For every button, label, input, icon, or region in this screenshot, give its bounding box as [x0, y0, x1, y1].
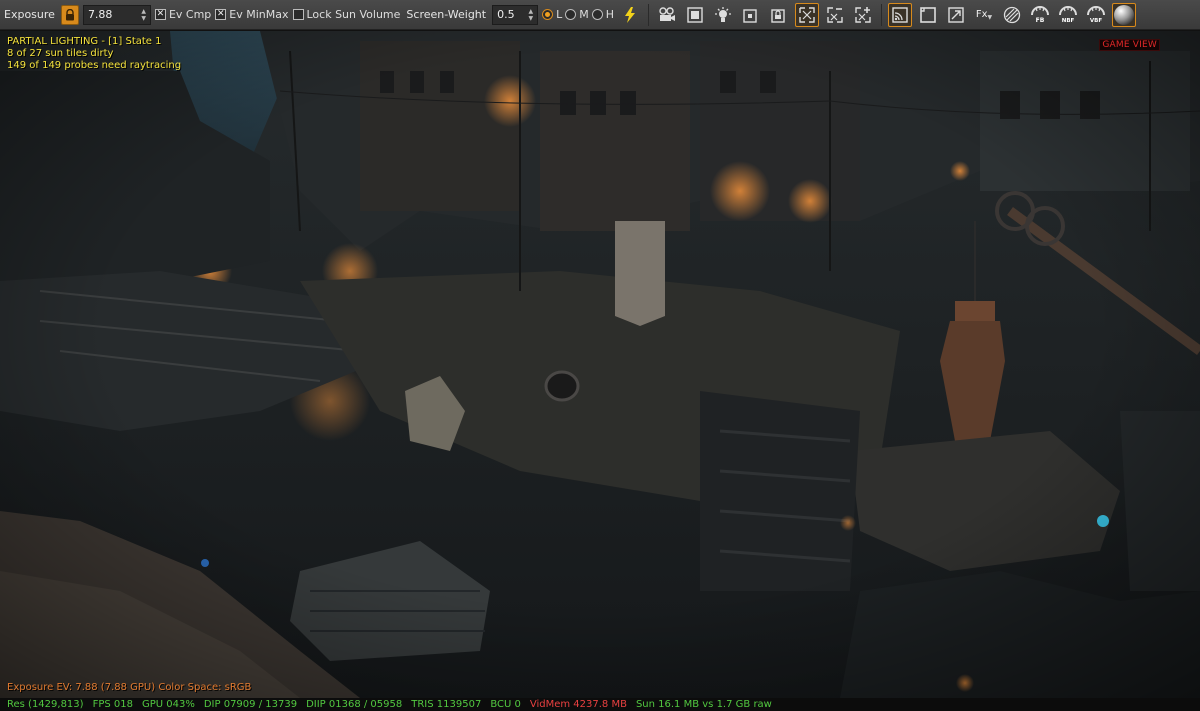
grid-minus-icon: [827, 6, 843, 23]
screen-weight-input[interactable]: 0.5 ▲ ▼: [492, 4, 539, 25]
ev-minmax-checkbox[interactable]: ✕ Ev MinMax: [215, 8, 289, 21]
svg-text:VBF: VBF: [1090, 18, 1102, 24]
cast-view-button[interactable]: [888, 2, 913, 27]
fps-stat: FPS 018: [92, 699, 133, 710]
lighting-status-overlay: PARTIAL LIGHTING - [1] State 1 8 of 27 s…: [7, 36, 181, 72]
cast-icon: [892, 6, 908, 23]
lightning-button[interactable]: [618, 3, 642, 27]
probes-status: 149 of 149 probes need raytracing: [7, 60, 182, 71]
bake-3d-button[interactable]: [683, 3, 707, 27]
scene-render: [0, 31, 1200, 698]
quality-low-radio[interactable]: [542, 9, 554, 20]
grid-3d-icon: [687, 6, 703, 23]
grid-select-button[interactable]: [795, 2, 820, 27]
svg-text:FB: FB: [1036, 17, 1045, 24]
nbf-button[interactable]: NBF: [1056, 3, 1080, 27]
exposure-lock-button[interactable]: [60, 4, 79, 25]
dip-stat: DIP 07909 / 13739: [203, 699, 298, 710]
grid-plus-button[interactable]: [851, 3, 875, 27]
lock-icon: [65, 8, 74, 20]
vidmem-stat: VidMem 4237.8 MB: [529, 699, 627, 710]
game-viewport[interactable]: PARTIAL LIGHTING - [1] State 1 8 of 27 s…: [0, 31, 1200, 698]
lock-3d-button[interactable]: [767, 3, 791, 27]
screen-weight-stepper[interactable]: ▲ ▼: [528, 8, 533, 22]
frame-icon: [920, 6, 936, 23]
screen-weight-label: Screen-Weight: [406, 8, 487, 21]
fx-menu-button[interactable]: Fx ▼: [972, 3, 996, 27]
lock-sun-checkbox[interactable]: Lock Sun Volume: [292, 8, 401, 21]
resolution-stat: Res (1429,813): [7, 699, 84, 710]
nbf-arc-icon: NBF: [1059, 5, 1078, 24]
quality-high-label: H: [605, 8, 615, 21]
frame-button[interactable]: [916, 3, 940, 27]
quality-high-radio[interactable]: [591, 9, 603, 20]
toolbar-separator: [881, 3, 883, 26]
fb-arc-icon: FB: [1031, 5, 1050, 24]
ev-cmp-label: Ev Cmp: [168, 8, 212, 21]
material-sphere-button[interactable]: [1112, 2, 1137, 27]
lighting-status-title: PARTIAL LIGHTING - [1] State 1: [7, 36, 162, 47]
camera-reel-icon: [659, 6, 676, 21]
ev-minmax-label: Ev MinMax: [229, 8, 289, 21]
sphere-icon: [1114, 4, 1135, 25]
toolbar-separator: [648, 3, 650, 26]
exposure-stepper[interactable]: ▲ ▼: [141, 8, 146, 22]
toolbar: Exposure 7.88 ▲ ▼ ✕ Ev Cmp ✕ Ev MinMax Lo…: [0, 0, 1200, 30]
exposure-label: Exposure: [4, 8, 55, 21]
quality-radio-group: L M H: [542, 8, 614, 21]
ev-cmp-checkbox[interactable]: ✕ Ev Cmp: [154, 8, 212, 21]
status-bar: Res (1429,813) FPS 018 GPU 043% DIP 0790…: [0, 698, 1200, 711]
exposure-input[interactable]: 7.88 ▲ ▼: [82, 4, 151, 25]
ev-minmax-check[interactable]: ✕: [215, 9, 227, 20]
screen-weight-value: 0.5: [497, 8, 515, 21]
light-bulb-icon: [715, 6, 732, 22]
expand-button[interactable]: [944, 3, 968, 27]
diagonal-grid-icon: [1003, 6, 1021, 23]
ev-cmp-check[interactable]: ✕: [154, 9, 166, 20]
chevron-down-icon: ▼: [987, 14, 993, 21]
quality-medium-radio[interactable]: [565, 9, 577, 20]
lock-box-icon: [771, 8, 785, 23]
fx-label: Fx: [975, 9, 988, 20]
bcu-stat: BCU 0: [490, 699, 521, 710]
render-3d-button[interactable]: [655, 3, 679, 27]
vbf-button[interactable]: VBF: [1084, 3, 1108, 27]
grid-plus-icon: [855, 6, 871, 23]
grid-select-icon: [799, 6, 815, 23]
svg-text:NBF: NBF: [1062, 18, 1075, 24]
lock-sun-label: Lock Sun Volume: [306, 8, 401, 21]
sun-tiles-status: 8 of 27 sun tiles dirty: [7, 48, 114, 59]
quality-medium-label: M: [579, 8, 589, 21]
probe-3d-button[interactable]: [739, 3, 763, 27]
light-bulb-button[interactable]: [711, 3, 735, 27]
exposure-value: 7.88: [87, 8, 113, 21]
diagonal-grid-button[interactable]: [1000, 3, 1024, 27]
probe-box-icon: [743, 8, 757, 23]
expand-arrow-icon: [948, 6, 964, 23]
sun-memory-stat: Sun 16.1 MB vs 1.7 GB raw: [635, 699, 772, 710]
gpu-stat: GPU 043%: [141, 699, 195, 710]
grid-minus-button[interactable]: [823, 3, 847, 27]
game-view-label: GAME VIEW: [1099, 39, 1160, 51]
quality-low-label: L: [556, 8, 563, 21]
diip-stat: DIIP 01368 / 05958: [306, 699, 403, 710]
lightning-icon: [625, 6, 636, 23]
tris-stat: TRIS 1139507: [411, 699, 482, 710]
lock-sun-check[interactable]: [292, 9, 304, 20]
vbf-arc-icon: VBF: [1087, 5, 1106, 24]
exposure-info: Exposure EV: 7.88 (7.88 GPU) Color Space…: [7, 682, 252, 693]
fb-button[interactable]: FB: [1028, 3, 1052, 27]
